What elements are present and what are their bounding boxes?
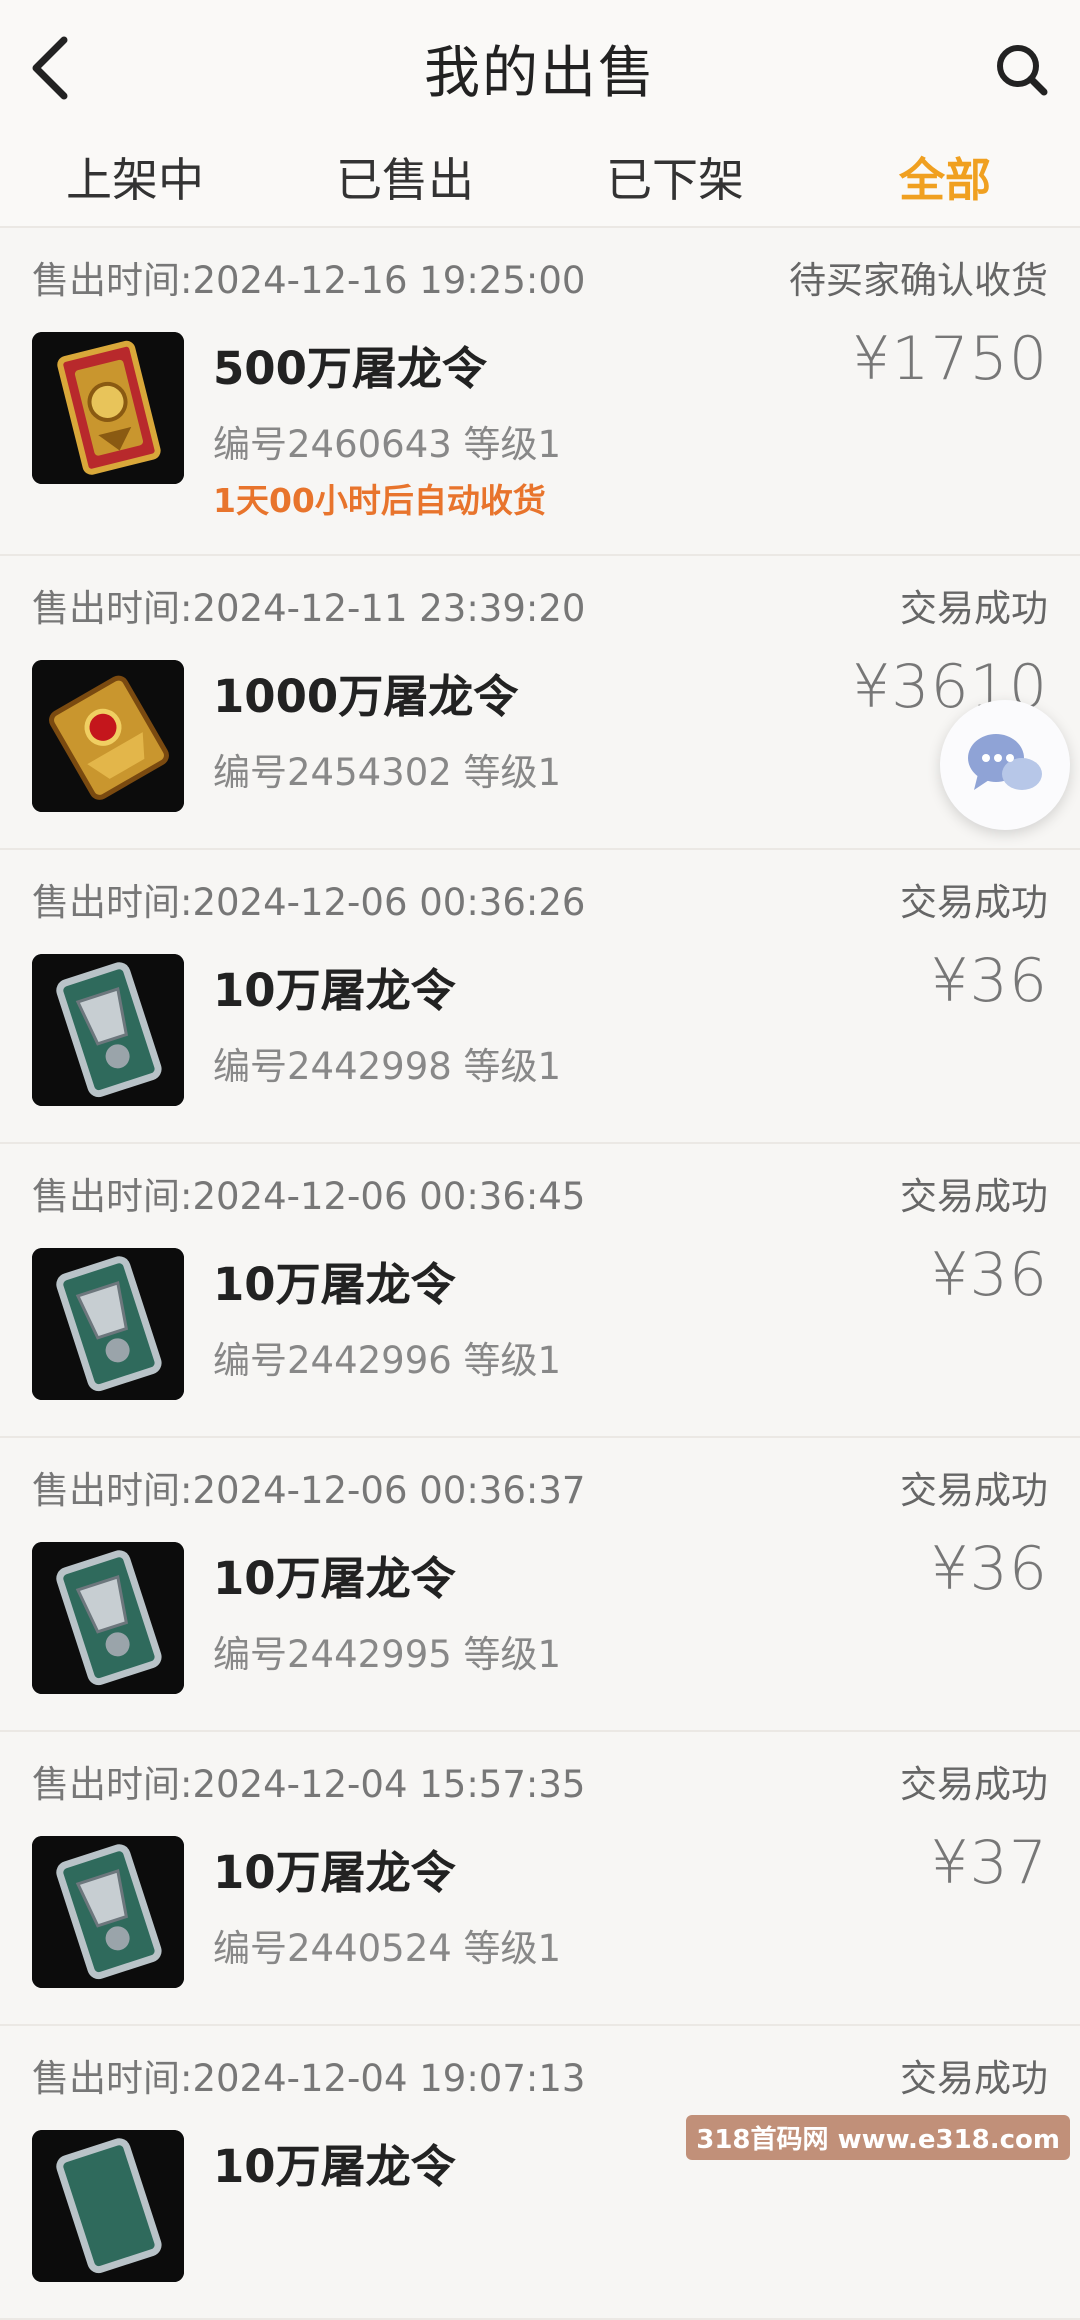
chat-bubbles-icon: [968, 734, 1042, 790]
item-meta: 编号2440524 等级1: [213, 1927, 562, 1970]
tab-sold[interactable]: 已售出: [270, 144, 540, 210]
item-price: ¥36: [930, 1240, 1048, 1310]
watermark: 318首码网 www.e318.com: [686, 2115, 1070, 2160]
order-status: 待买家确认收货: [789, 259, 1048, 302]
order-status: 交易成功: [900, 881, 1048, 924]
item-meta: 编号2442995 等级1: [213, 1633, 562, 1676]
order-list: 售出时间:2024-12-16 19:25:00 待买家确认收货 500万屠龙令…: [0, 228, 1080, 2320]
order-status: 交易成功: [900, 2057, 1048, 2100]
item-image: [32, 1836, 184, 1988]
item-price: ¥36: [930, 1534, 1048, 1604]
sold-time: 售出时间:2024-12-06 00:36:45: [32, 1175, 586, 1218]
sold-time: 售出时间:2024-12-06 00:36:26: [32, 881, 586, 924]
order-card[interactable]: 售出时间:2024-12-04 15:57:35 交易成功 10万屠龙令 编号2…: [0, 1732, 1080, 2026]
item-name: 500万屠龙令: [213, 342, 487, 395]
order-card[interactable]: 售出时间:2024-12-11 23:39:20 交易成功 1000万屠龙令 编…: [0, 556, 1080, 850]
item-name: 10万屠龙令: [213, 1846, 456, 1899]
search-icon: [997, 45, 1048, 96]
item-meta: 编号2460643 等级1: [213, 423, 562, 466]
customer-service-button[interactable]: [940, 700, 1070, 830]
tab-delisted[interactable]: 已下架: [540, 144, 810, 210]
order-status: 交易成功: [900, 1469, 1048, 1512]
order-status: 交易成功: [900, 587, 1048, 630]
top-bar: 我的出售: [0, 0, 1080, 130]
sold-time: 售出时间:2024-12-11 23:39:20: [32, 587, 586, 630]
item-name: 1000万屠龙令: [213, 670, 519, 723]
order-status: 交易成功: [900, 1175, 1048, 1218]
item-image: [32, 1542, 184, 1694]
item-image: [32, 660, 184, 812]
order-card[interactable]: 售出时间:2024-12-16 19:25:00 待买家确认收货 500万屠龙令…: [0, 228, 1080, 556]
item-meta: 编号2454302 等级1: [213, 751, 562, 794]
order-card[interactable]: 售出时间:2024-12-04 19:07:13 交易成功 10万屠龙令: [0, 2026, 1080, 2320]
item-name: 10万屠龙令: [213, 1552, 456, 1605]
item-name: 10万屠龙令: [213, 964, 456, 1017]
sold-time: 售出时间:2024-12-04 19:07:13: [32, 2057, 586, 2100]
item-name: 10万屠龙令: [213, 1258, 456, 1311]
order-card[interactable]: 售出时间:2024-12-06 00:36:26 交易成功 10万屠龙令 编号2…: [0, 850, 1080, 1144]
item-meta: 编号2442998 等级1: [213, 1045, 562, 1088]
order-status: 交易成功: [900, 1763, 1048, 1806]
search-button[interactable]: [992, 40, 1052, 100]
item-name: 10万屠龙令: [213, 2140, 456, 2193]
item-image: [32, 332, 184, 484]
item-image: [32, 2130, 184, 2282]
item-image: [32, 954, 184, 1106]
item-price: ¥1750: [852, 324, 1048, 394]
tab-listed[interactable]: 上架中: [0, 144, 270, 210]
order-card[interactable]: 售出时间:2024-12-06 00:36:37 交易成功 10万屠龙令 编号2…: [0, 1438, 1080, 1732]
tab-all[interactable]: 全部: [810, 144, 1080, 210]
item-price: ¥37: [930, 1828, 1048, 1898]
item-meta: 编号2442996 等级1: [213, 1339, 562, 1382]
sold-time: 售出时间:2024-12-06 00:36:37: [32, 1469, 586, 1512]
sold-time: 售出时间:2024-12-16 19:25:00: [32, 259, 586, 302]
auto-receive-note: 1天00小时后自动收货: [213, 481, 546, 520]
item-price: ¥36: [930, 946, 1048, 1016]
tab-bar: 上架中 已售出 已下架 全部: [0, 130, 1080, 228]
order-card[interactable]: 售出时间:2024-12-06 00:36:45 交易成功 10万屠龙令 编号2…: [0, 1144, 1080, 1438]
page-title: 我的出售: [424, 41, 656, 106]
item-image: [32, 1248, 184, 1400]
sold-time: 售出时间:2024-12-04 15:57:35: [32, 1763, 586, 1806]
